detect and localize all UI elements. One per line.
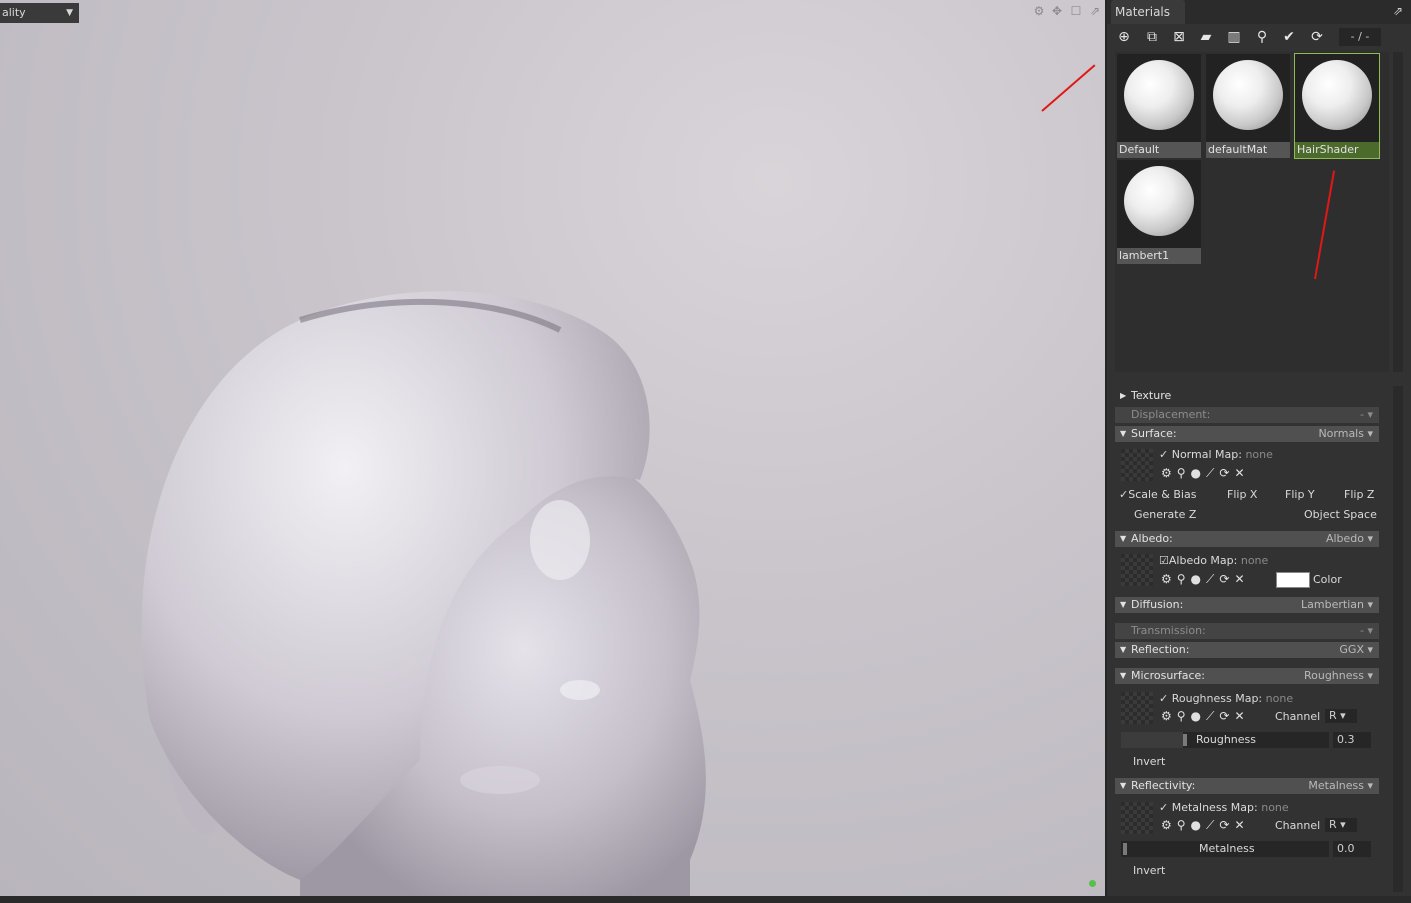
3d-viewport[interactable]: ality ▼ ⚙ ✥ ☐ ⇗ <box>0 0 1105 896</box>
pick-icon[interactable]: ⚲ <box>1253 28 1271 46</box>
metalness-map-tools[interactable]: ⚙⚲●⟋⟳✕ <box>1161 818 1250 832</box>
flip-z-checkbox[interactable]: Flip Z <box>1344 488 1374 501</box>
material-thumb-lambert1[interactable]: lambert1 <box>1117 160 1201 264</box>
material-preview-sphere <box>1302 60 1372 130</box>
panel-popout-icon[interactable]: ⇗ <box>1393 4 1403 18</box>
collapse-triangle-icon: ▼ <box>1120 429 1127 438</box>
invert-metalness-checkbox[interactable]: Invert <box>1133 864 1165 877</box>
material-preview-sphere <box>1213 60 1283 130</box>
material-thumbnails: Default defaultMat HairShader lambert1 <box>1115 52 1389 372</box>
materials-panel: Materials ⇗ ⊕ ⧉ ⊠ ▰ ▥ ⚲ ✔ ⟳ - / - Defaul… <box>1105 0 1411 896</box>
folder-icon[interactable]: ▰ <box>1197 28 1215 46</box>
apply-icon[interactable]: ✔ <box>1280 28 1298 46</box>
collapse-triangle-icon: ▼ <box>1120 645 1127 654</box>
invert-roughness-checkbox[interactable]: Invert <box>1133 755 1165 768</box>
section-texture[interactable]: ▶ Texture <box>1115 388 1379 404</box>
object-space-checkbox[interactable]: Object Space <box>1304 508 1377 521</box>
move-icon[interactable]: ✥ <box>1050 4 1064 18</box>
normal-map-slot[interactable] <box>1121 449 1153 481</box>
checker-icon[interactable]: ⊠ <box>1170 28 1188 46</box>
color-label: Color <box>1313 573 1342 586</box>
collapse-triangle-icon: ▼ <box>1120 781 1127 790</box>
section-surface[interactable]: ▼ Surface: Normals ▾ <box>1115 426 1379 442</box>
section-microsurface[interactable]: ▼ Microsurface: Roughness ▾ <box>1115 668 1379 684</box>
roughness-map-label[interactable]: ✓ Roughness Map: none <box>1159 692 1293 705</box>
material-name: Default <box>1117 142 1201 158</box>
panel-titlebar: Materials ⇗ <box>1107 0 1411 24</box>
collapse-triangle-icon: ▼ <box>1120 600 1127 609</box>
scale-bias-checkbox[interactable]: ✓Scale & Bias <box>1119 488 1196 501</box>
material-thumb-defaultmat[interactable]: defaultMat <box>1206 54 1290 158</box>
section-albedo[interactable]: ▼ Albedo: Albedo ▾ <box>1115 531 1379 547</box>
channel-label: Channel <box>1275 819 1321 832</box>
gear-icon[interactable]: ⚙ <box>1032 4 1046 18</box>
metalness-map-label[interactable]: ✓ Metalness Map: none <box>1159 801 1289 814</box>
generate-z-checkbox[interactable]: Generate Z <box>1134 508 1196 521</box>
section-displacement[interactable]: Displacement: - ▾ <box>1115 407 1379 423</box>
render-mannequin-with-hair <box>141 291 706 896</box>
section-diffusion[interactable]: ▼ Diffusion: Lambertian ▾ <box>1115 597 1379 613</box>
bottom-border <box>0 896 1411 903</box>
material-thumb-hairshader[interactable]: HairShader <box>1294 53 1380 159</box>
collapse-triangle-icon: ▼ <box>1120 671 1127 680</box>
expand-triangle-icon: ▶ <box>1120 391 1127 400</box>
refresh-icon[interactable]: ⟳ <box>1308 28 1326 46</box>
maximize-icon[interactable]: ☐ <box>1069 4 1083 18</box>
section-reflectivity[interactable]: ▼ Reflectivity: Metalness ▾ <box>1115 778 1379 794</box>
thumbnails-scrollbar[interactable] <box>1393 52 1403 372</box>
material-preview-sphere <box>1124 60 1194 130</box>
section-reflection[interactable]: ▼ Reflection: GGX ▾ <box>1115 642 1379 658</box>
annotation-arrow <box>1314 170 1336 280</box>
roughness-value-input[interactable]: 0.3 <box>1333 732 1371 748</box>
quality-label: ality <box>2 6 26 19</box>
metalness-map-slot[interactable] <box>1121 802 1153 834</box>
new-material-icon[interactable]: ⊕ <box>1115 28 1133 46</box>
properties-scrollbar[interactable] <box>1393 386 1403 892</box>
popout-icon[interactable]: ⇗ <box>1088 4 1102 18</box>
materials-toolbar: ⊕ ⧉ ⊠ ▰ ▥ ⚲ ✔ ⟳ - / - <box>1111 26 1407 48</box>
roughness-channel-dropdown[interactable]: R ▾ <box>1325 709 1357 723</box>
material-preview-sphere <box>1124 166 1194 236</box>
section-transmission[interactable]: Transmission: - ▾ <box>1115 623 1379 639</box>
material-name: lambert1 <box>1117 248 1201 264</box>
channel-label: Channel <box>1275 710 1321 723</box>
normal-map-label[interactable]: ✓ Normal Map: none <box>1159 448 1273 461</box>
albedo-color-swatch[interactable] <box>1276 572 1310 588</box>
normal-map-tools[interactable]: ⚙⚲●⟋⟳✕ <box>1161 466 1250 480</box>
quality-dropdown[interactable]: ality ▼ <box>0 3 79 23</box>
status-indicator <box>1089 880 1096 887</box>
metalness-channel-dropdown[interactable]: R ▾ <box>1325 818 1357 832</box>
material-counter[interactable]: - / - <box>1339 28 1381 46</box>
metalness-label: Metalness <box>1199 842 1255 855</box>
roughness-map-slot[interactable] <box>1121 692 1153 724</box>
delete-icon[interactable]: ▥ <box>1225 28 1243 46</box>
flip-y-checkbox[interactable]: Flip Y <box>1285 488 1315 501</box>
panel-title: Materials <box>1115 5 1171 19</box>
chevron-down-icon: ▼ <box>66 8 73 18</box>
albedo-map-slot[interactable] <box>1121 554 1153 586</box>
material-thumb-default[interactable]: Default <box>1117 54 1201 158</box>
collapse-triangle-icon: ▼ <box>1120 534 1127 543</box>
duplicate-icon[interactable]: ⧉ <box>1143 28 1161 46</box>
roughness-map-tools[interactable]: ⚙⚲●⟋⟳✕ <box>1161 709 1250 723</box>
albedo-map-tools[interactable]: ⚙⚲●⟋⟳✕ <box>1161 572 1250 586</box>
flip-x-checkbox[interactable]: Flip X <box>1227 488 1257 501</box>
material-name: defaultMat <box>1206 142 1290 158</box>
albedo-map-label[interactable]: ☑Albedo Map: none <box>1159 554 1268 567</box>
roughness-label: Roughness <box>1196 733 1257 746</box>
material-name: HairShader <box>1295 142 1379 158</box>
metalness-value-input[interactable]: 0.0 <box>1333 841 1371 857</box>
